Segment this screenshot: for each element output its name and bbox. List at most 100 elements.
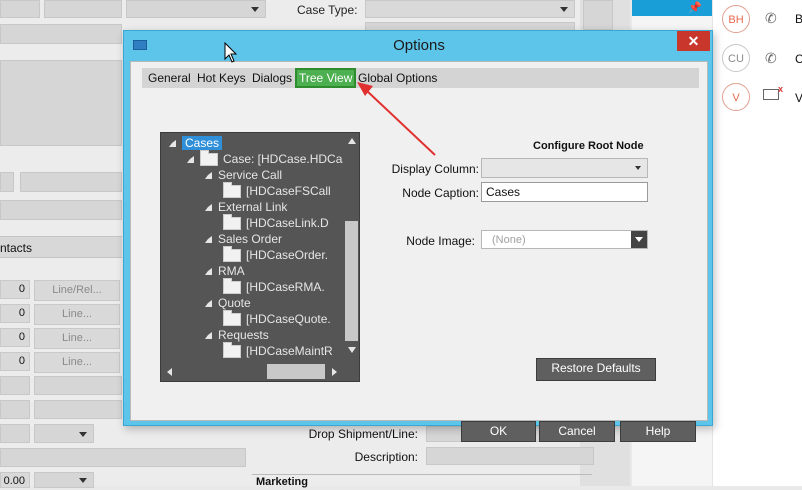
bg-field [34,400,122,419]
side-panel-header: 📌 [632,0,712,16]
row-num: 0 [0,328,30,347]
marketing-label: Marketing [256,476,308,488]
tree-node-label: Service Call [218,168,283,182]
tab-hot-keys[interactable]: Hot Keys [197,68,246,88]
tree-node[interactable]: [HDCaseMaintR [223,342,333,359]
tree-node[interactable]: Case: [HDCase.HDCas [187,150,349,167]
case-type-dropdown[interactable] [365,0,575,18]
tree-node-label: Cases [182,136,223,150]
tree-node[interactable]: [HDCaseLink.D [223,214,329,231]
row-num: 0 [0,280,30,299]
tree-node[interactable]: External Link [205,199,287,215]
vertical-scroll-thumb[interactable] [345,221,358,341]
bg-field [44,0,122,18]
help-button[interactable]: Help [620,421,696,442]
tree-node[interactable]: Service Call [205,167,282,183]
expand-arrow-icon[interactable] [205,300,212,308]
scroll-right-icon[interactable] [332,368,337,376]
bg-field [0,400,30,419]
tree-node-label: Case: [HDCase.HDCas [223,152,349,166]
scroll-left-icon[interactable] [167,368,172,376]
pin-icon[interactable]: 📌 [688,1,702,14]
expand-arrow-icon[interactable] [205,332,212,340]
cancel-button[interactable]: Cancel [539,421,615,442]
mouse-cursor-icon [224,42,238,63]
chevron-down-icon [635,237,643,242]
display-column-label: Display Column: [391,162,479,176]
tree-node[interactable]: Cases [169,135,223,151]
tree-node[interactable]: [HDCaseFSCall [223,182,331,199]
tree-node-label: RMA [218,264,245,278]
tab-general[interactable]: General [148,68,191,88]
bg-field [0,376,30,395]
screen-share-icon[interactable]: x [763,84,783,100]
line-button[interactable]: Line... [34,304,120,325]
contact-name: V [795,91,802,105]
node-caption-input[interactable]: Cases [481,182,648,202]
horizontal-scroll-thumb[interactable] [267,364,325,379]
expand-arrow-icon[interactable] [205,236,212,244]
phone-icon[interactable]: ✆ [765,50,777,67]
line-rel-button[interactable]: Line/Rel... [34,280,120,301]
folder-icon [223,214,241,231]
line-button[interactable]: Line... [34,328,120,349]
folder-icon [223,278,241,295]
tab-dialogs[interactable]: Dialogs [252,68,292,88]
configure-title: Configure Root Node [533,140,644,152]
tree-node[interactable]: [HDCaseOrder. [223,246,329,263]
row-num: 0 [0,304,30,323]
tree-node-label: [HDCaseFSCall [246,184,331,198]
tree-node[interactable]: RMA [205,263,245,279]
contact-name: C [795,52,802,66]
folder-icon [223,342,241,359]
contact-avatar[interactable]: BH [722,5,750,33]
bg-field [0,424,30,443]
bg-panel [0,60,122,146]
contacts-label: ntacts [0,241,33,255]
folder-icon [200,150,218,167]
annotation-arrow [357,82,436,156]
expand-arrow-icon[interactable] [169,140,176,148]
restore-defaults-button[interactable]: Restore Defaults [536,358,656,381]
phone-icon[interactable]: ✆ [765,10,777,27]
tree-node[interactable]: Quote [205,295,251,311]
contact-avatar[interactable]: CU [722,44,750,72]
tree-node[interactable]: [HDCaseQuote. [223,310,331,327]
chevron-down-icon [635,166,641,170]
dropdown-button[interactable] [631,231,647,248]
tree-node-label: [HDCaseRMA. [246,280,325,294]
ok-button[interactable]: OK [461,421,536,442]
close-button[interactable]: ✕ [677,31,710,51]
expand-arrow-icon[interactable] [187,156,194,164]
tree-node-label: [HDCaseOrder. [246,248,329,262]
tree-node[interactable]: Requests [205,327,269,343]
expand-arrow-icon[interactable] [205,172,212,180]
scroll-down-icon[interactable] [348,347,356,353]
tree-node[interactable]: Sales Order [205,231,282,247]
contact-name: B [795,12,802,26]
tree-node-label: Quote [218,296,251,310]
case-type-label: Case Type: [297,3,358,17]
bg-dropdown[interactable] [34,424,94,443]
horizontal-scrollbar[interactable] [161,361,359,381]
line-button[interactable]: Line... [34,352,120,373]
bg-dropdown [126,0,266,18]
bg-field [0,0,40,18]
bg-field [34,376,122,395]
node-caption-label: Node Caption: [402,186,479,200]
tree-view[interactable]: Cases Case: [HDCase.HDCas Service Call [HDC… [160,132,360,382]
tree-node-label: [HDCaseQuote. [246,312,331,326]
contacts-panel: BH ✆ B CU ✆ C V x V [712,0,802,486]
folder-icon [223,246,241,263]
display-column-dropdown[interactable] [481,158,648,178]
node-image-dropdown[interactable]: (None) [481,230,648,249]
expand-arrow-icon[interactable] [205,268,212,276]
contacts-header: ntacts [0,236,122,258]
tree-node-label: Requests [218,328,269,342]
folder-icon [223,310,241,327]
vertical-scrollbar[interactable] [343,133,359,361]
expand-arrow-icon[interactable] [205,204,212,212]
description-field[interactable] [426,447,594,465]
contact-avatar[interactable]: V [722,83,750,111]
tree-node[interactable]: [HDCaseRMA. [223,278,325,295]
